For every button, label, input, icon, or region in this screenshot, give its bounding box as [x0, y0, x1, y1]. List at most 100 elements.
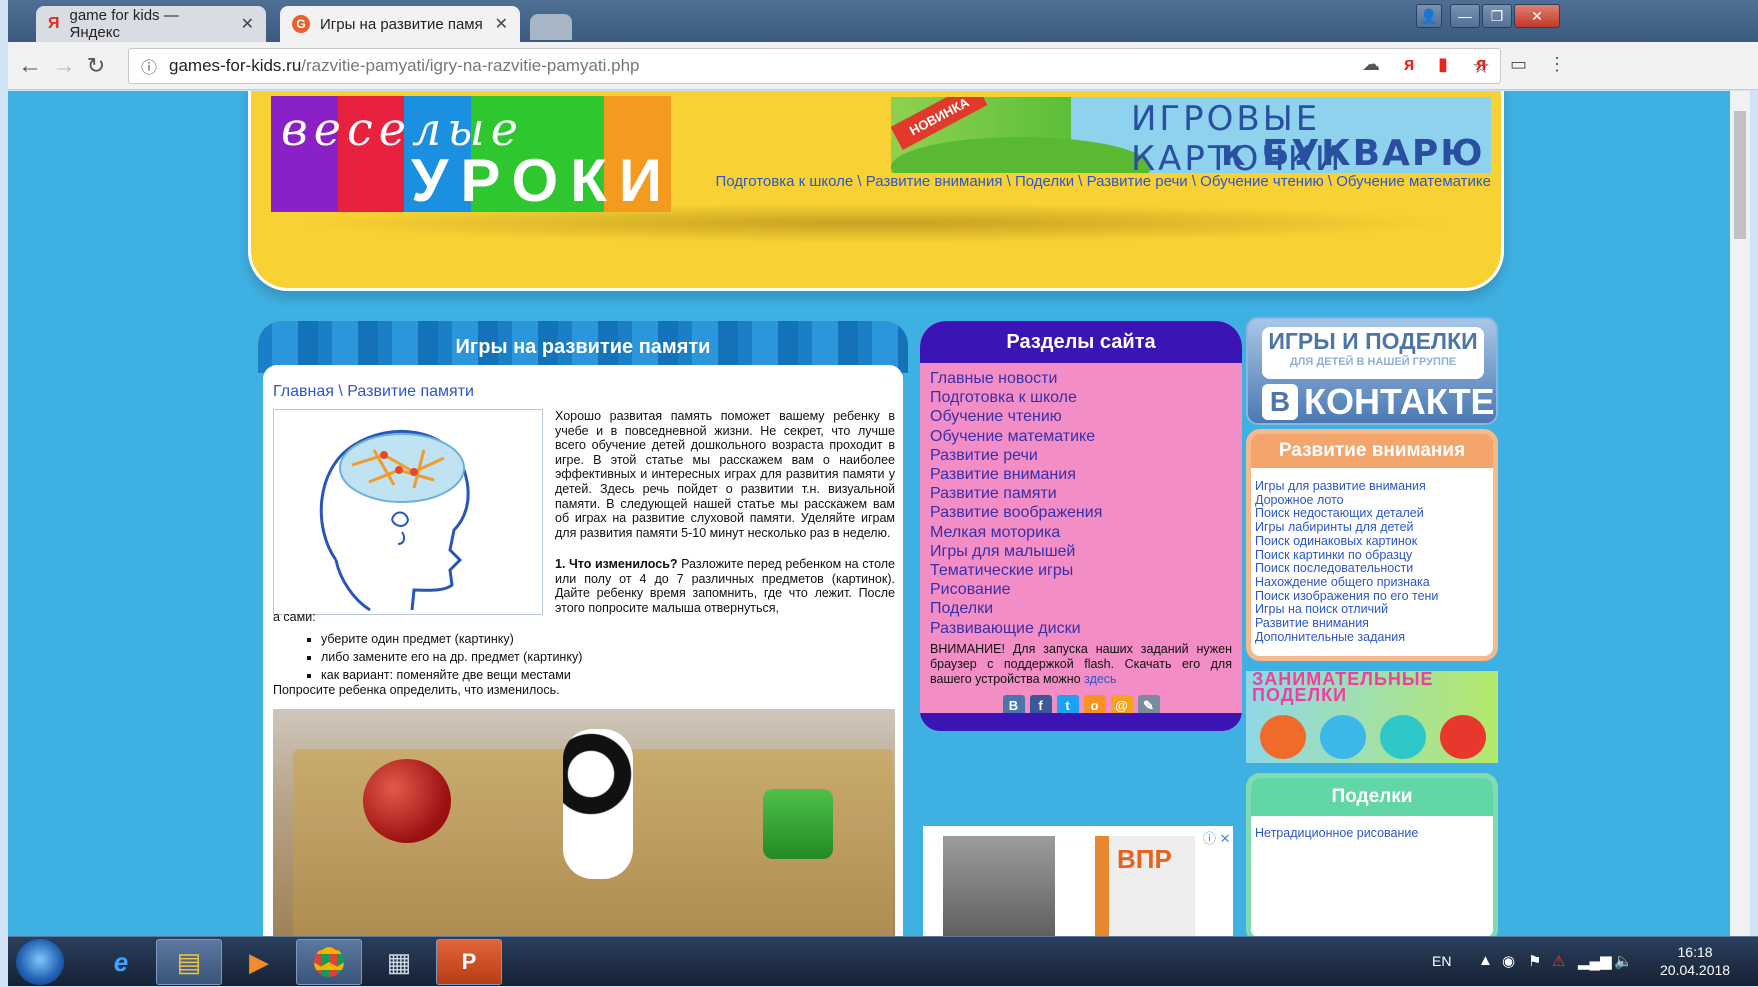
monster-image: [1320, 715, 1366, 759]
crafts-banner[interactable]: ЗАНИМАТЕЛЬНЫЕ ПОДЕЛКИ: [1246, 671, 1498, 763]
apple: [363, 759, 451, 843]
action-center-icon[interactable]: ⚑: [1528, 952, 1541, 970]
crafts-list: Нетрадиционное рисование: [1251, 816, 1493, 840]
attention-link[interactable]: Поиск недостающих деталей: [1255, 507, 1493, 521]
explorer-icon[interactable]: ▤: [156, 939, 222, 985]
clock[interactable]: 16:18 20.04.2018: [1660, 943, 1730, 979]
address-bar[interactable]: ⓘ games-for-kids.ru/razvitie-pamyati/igr…: [128, 48, 1501, 84]
close-tab-icon[interactable]: ✕: [241, 14, 254, 34]
network-app-icon[interactable]: ◉: [1502, 952, 1515, 970]
monster-image: [1380, 715, 1426, 759]
attention-link[interactable]: Дорожное лото: [1255, 493, 1493, 508]
breadcrumb-section[interactable]: Развитие памяти: [347, 383, 474, 400]
crafts-title: Поделки: [1251, 778, 1493, 816]
attention-link[interactable]: Игры на поиск отличий: [1255, 603, 1493, 617]
banner-line2: к БУКВАРЮ: [1221, 133, 1485, 173]
chrome-icon[interactable]: [296, 939, 362, 985]
nav-link[interactable]: Поделки: [1015, 173, 1074, 190]
site-logo[interactable]: веселые УРОКИ: [271, 96, 672, 214]
section-link[interactable]: Поделки: [930, 599, 1232, 618]
attention-link[interactable]: Игры лабиринты для детей: [1255, 520, 1493, 535]
section-link[interactable]: Обучение чтению: [930, 407, 1232, 426]
new-tab-button[interactable]: [530, 14, 572, 40]
cast-icon[interactable]: ▭: [1510, 54, 1527, 75]
site-icon: G: [292, 15, 310, 33]
nav-separator: \: [1074, 173, 1087, 190]
section-link[interactable]: Главные новости: [930, 369, 1232, 388]
signal-icon[interactable]: ▂▄▆: [1578, 952, 1612, 970]
nav-link[interactable]: Обучение математике: [1336, 173, 1491, 190]
close-window-button[interactable]: ✕: [1514, 4, 1560, 28]
page-viewport: веселые УРОКИ НОВИНКА ИГРОВЫЕ КАРТОЧКИ к…: [8, 91, 1730, 936]
volume-icon[interactable]: 🔈: [1614, 952, 1633, 970]
powerpoint-icon[interactable]: P: [436, 939, 502, 985]
breadcrumb: Главная \ Развитие памяти: [273, 383, 474, 401]
article-panel: Игры на развитие памяти Главная \ Развит…: [258, 321, 908, 936]
attention-link[interactable]: Нахождение общего признака: [1255, 575, 1493, 590]
nav-link[interactable]: Развитие речи: [1087, 173, 1188, 190]
attention-link[interactable]: Поиск картинки по образцу: [1255, 548, 1493, 563]
vk-title: ИГРЫ И ПОДЕЛКИ ДЛЯ ДЕТЕЙ В НАШЕЙ ГРУППЕ: [1262, 327, 1484, 379]
section-link[interactable]: Развитие внимания: [930, 465, 1232, 484]
minimize-button[interactable]: —: [1450, 4, 1480, 28]
section-link[interactable]: Обучение математике: [930, 427, 1232, 446]
tab-yandex[interactable]: Я game for kids — Яндекс ✕: [36, 6, 266, 42]
nav-separator: \: [1002, 173, 1015, 190]
extension-cloud-icon[interactable]: ☁: [1362, 54, 1380, 75]
download-link[interactable]: здесь: [1084, 672, 1116, 686]
vk-group-banner[interactable]: ИГРЫ И ПОДЕЛКИ ДЛЯ ДЕТЕЙ В НАШЕЙ ГРУППЕ В…: [1246, 317, 1498, 425]
calculator-icon[interactable]: ▦: [366, 939, 432, 985]
bookmark-extension-icon[interactable]: ▮: [1438, 54, 1448, 75]
nav-separator: \: [853, 173, 866, 190]
section-link[interactable]: Мелкая моторика: [930, 523, 1232, 542]
attention-link[interactable]: Игры для развитие внимания: [1255, 479, 1493, 494]
forward-icon[interactable]: →: [50, 52, 78, 80]
crafts-link[interactable]: Нетрадиционное рисование: [1255, 826, 1418, 840]
maximize-button[interactable]: ❐: [1482, 4, 1512, 28]
section-link[interactable]: Развитие речи: [930, 446, 1232, 465]
show-hidden-icons-icon[interactable]: ▲: [1478, 952, 1493, 969]
language-indicator[interactable]: EN: [1432, 953, 1451, 969]
nav-link[interactable]: Подготовка к школе: [716, 173, 854, 190]
scrollbar-thumb[interactable]: [1734, 111, 1746, 239]
attention-link[interactable]: Поиск последовательности: [1255, 562, 1493, 576]
banner-ad[interactable]: НОВИНКА ИГРОВЫЕ КАРТОЧКИ к БУКВАРЮ: [891, 97, 1491, 173]
nav-link[interactable]: Развитие внимания: [866, 173, 1003, 190]
yandex-extension-icon[interactable]: я: [1404, 54, 1415, 75]
breadcrumb-home[interactable]: Главная: [273, 383, 334, 400]
yandex-extension-icon[interactable]: я: [1476, 54, 1487, 75]
game1-text: 1. Что изменилось? Разложите перед ребен…: [555, 557, 895, 615]
tab-games[interactable]: G Игры на развитие памя ✕: [280, 6, 520, 42]
media-player-icon[interactable]: ▶: [226, 939, 292, 985]
reload-icon[interactable]: ↻: [82, 52, 110, 80]
section-link[interactable]: Развитие воображения: [930, 503, 1232, 522]
attention-title: Развитие внимания: [1251, 434, 1493, 468]
vertical-scrollbar[interactable]: [1730, 91, 1750, 936]
section-link[interactable]: Подготовка к школе: [930, 388, 1232, 407]
section-link[interactable]: Рисование: [930, 580, 1232, 599]
back-icon[interactable]: ←: [16, 52, 44, 80]
attention-link[interactable]: Развитие внимания: [1255, 616, 1493, 631]
vk-line1: ИГРЫ И ПОДЕЛКИ: [1268, 328, 1478, 354]
section-link[interactable]: Развитие памяти: [930, 484, 1232, 503]
flash-warning: ВНИМАНИЕ! Для запуска наших заданий нуже…: [930, 642, 1232, 687]
attention-link[interactable]: Дополнительные задания: [1255, 630, 1493, 645]
ie-icon[interactable]: e: [88, 939, 154, 985]
notification-icon[interactable]: ⚠: [1552, 952, 1565, 970]
close-tab-icon[interactable]: ✕: [495, 14, 508, 34]
nav-link[interactable]: Обучение чтению: [1200, 173, 1324, 190]
ad-close-icon[interactable]: ⓘ ✕: [1203, 828, 1231, 847]
clock-date: 20.04.2018: [1660, 962, 1731, 978]
section-link[interactable]: Развивающие диски: [930, 619, 1232, 638]
book-ad[interactable]: ВПР ⓘ ✕: [923, 826, 1233, 936]
attention-link[interactable]: Поиск изображения по его тени: [1255, 589, 1493, 604]
profile-icon[interactable]: 👤: [1416, 4, 1442, 28]
section-link[interactable]: Игры для малышей: [930, 542, 1232, 561]
toy-car: [763, 789, 833, 859]
section-link[interactable]: Тематические игры: [930, 561, 1232, 580]
attention-link[interactable]: Поиск одинаковых картинок: [1255, 534, 1493, 549]
menu-icon[interactable]: ⋮: [1548, 54, 1566, 75]
start-button[interactable]: [16, 939, 64, 985]
instructions-list: уберите один предмет (картинку) либо зам…: [321, 630, 582, 684]
tab-label: Игры на развитие памя: [320, 15, 483, 33]
